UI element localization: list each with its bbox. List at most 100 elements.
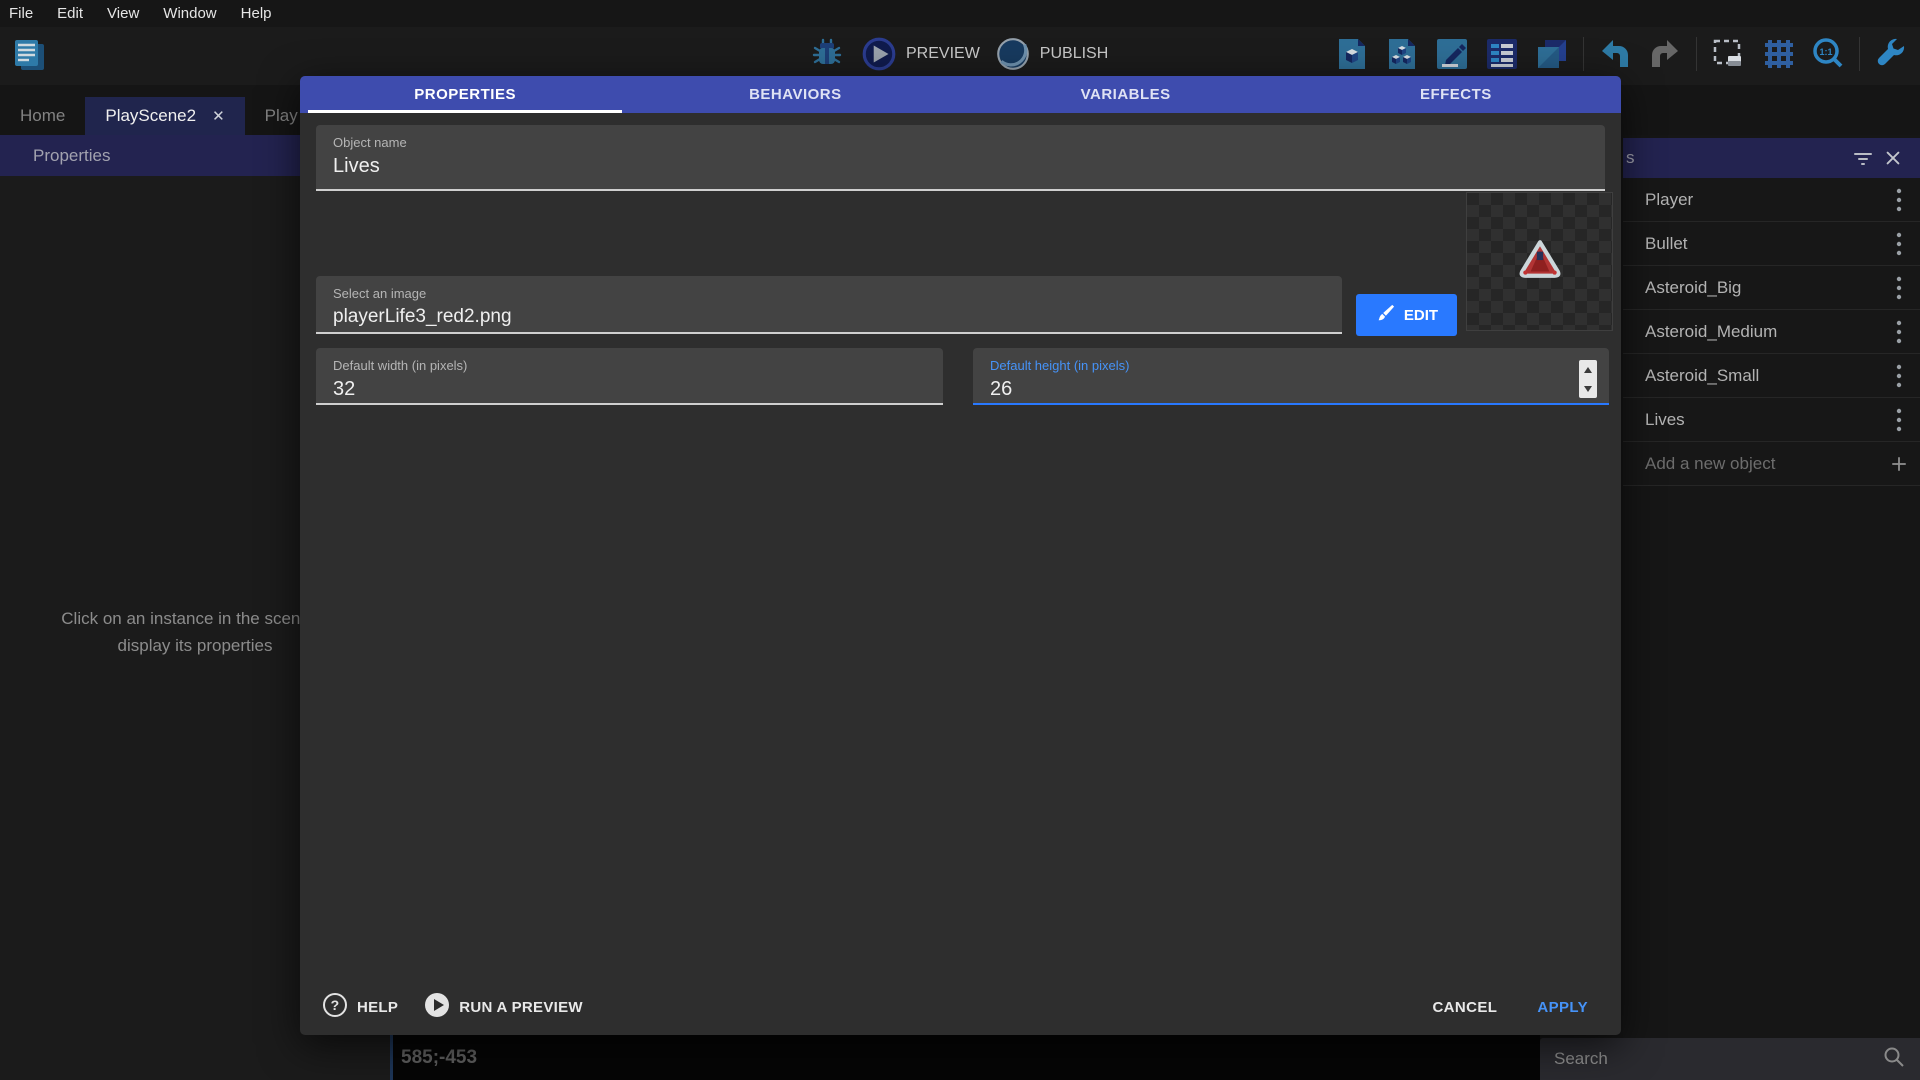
tab-behaviors[interactable]: BEHAVIORS xyxy=(630,76,960,113)
layers-panel-icon[interactable] xyxy=(1533,35,1571,73)
tab-properties[interactable]: PROPERTIES xyxy=(300,76,630,113)
object-name-label: Object name xyxy=(333,135,1605,150)
cursor-coordinates: 585;-453 xyxy=(401,1047,477,1069)
object-row-asteroid-medium[interactable]: Asteroid_Medium xyxy=(1623,310,1920,354)
preview-button[interactable]: PREVIEW xyxy=(860,35,980,73)
run-preview-label: RUN A PREVIEW xyxy=(459,999,583,1016)
stepper-up-icon[interactable] xyxy=(1584,367,1592,373)
select-image-label: Select an image xyxy=(333,286,1342,301)
svg-text:1:1: 1:1 xyxy=(1819,47,1832,57)
tab-playscene2-label: PlayScene2 xyxy=(105,106,196,126)
objects-panel-header: s xyxy=(1623,138,1920,178)
object-name: Asteroid_Medium xyxy=(1645,322,1890,342)
events-list-icon[interactable] xyxy=(1483,35,1521,73)
image-thumbnail[interactable] xyxy=(1466,192,1613,331)
debugger-icon[interactable] xyxy=(808,35,846,73)
menu-bar: File Edit View Window Help xyxy=(0,0,1920,27)
search-input[interactable] xyxy=(1554,1049,1882,1069)
select-image-field[interactable]: Select an image playerLife3_red2.png xyxy=(316,276,1342,334)
publish-globe-icon xyxy=(994,35,1032,73)
kebab-menu-icon[interactable] xyxy=(1890,406,1908,434)
run-preview-play-icon xyxy=(424,992,450,1022)
object-row-lives[interactable]: Lives xyxy=(1623,398,1920,442)
menu-file[interactable]: File xyxy=(9,5,33,22)
filter-icon[interactable] xyxy=(1848,143,1878,173)
tab-play-label: Play xyxy=(265,106,298,126)
kebab-menu-icon[interactable] xyxy=(1890,318,1908,346)
instances-panel-icon[interactable] xyxy=(1383,35,1421,73)
editor-tab-bar: Home PlayScene2 ✕ Play xyxy=(0,97,318,135)
menu-edit[interactable]: Edit xyxy=(57,5,83,22)
project-manager-icon[interactable] xyxy=(10,35,48,73)
default-height-field[interactable]: Default height (in pixels) 26 xyxy=(973,348,1609,405)
plus-icon xyxy=(1890,450,1908,478)
publish-label: PUBLISH xyxy=(1040,45,1108,63)
tab-effects[interactable]: EFFECTS xyxy=(1291,76,1621,113)
ship-sprite-icon xyxy=(1517,239,1563,284)
tab-properties-label: PROPERTIES xyxy=(414,86,516,103)
default-width-label: Default width (in pixels) xyxy=(333,358,943,373)
tab-variables[interactable]: VARIABLES xyxy=(961,76,1291,113)
menu-window[interactable]: Window xyxy=(163,5,216,22)
publish-button[interactable]: PUBLISH xyxy=(994,35,1108,73)
undo-icon[interactable] xyxy=(1596,35,1634,73)
object-name-field[interactable]: Object name Lives xyxy=(316,125,1605,191)
toolbar-separator xyxy=(1859,37,1860,71)
close-panel-icon[interactable] xyxy=(1878,143,1908,173)
tab-home[interactable]: Home xyxy=(0,97,85,135)
svg-text:?: ? xyxy=(331,997,340,1013)
gdevelop-window: File Edit View Window Help PREVIEW xyxy=(0,0,1920,1080)
object-name: Bullet xyxy=(1645,234,1890,254)
edit-scene-icon[interactable] xyxy=(1433,35,1471,73)
default-width-field[interactable]: Default width (in pixels) 32 xyxy=(316,348,943,405)
menu-view[interactable]: View xyxy=(107,5,139,22)
kebab-menu-icon[interactable] xyxy=(1890,230,1908,258)
object-properties-dialog: PROPERTIES BEHAVIORS VARIABLES EFFECTS O… xyxy=(300,76,1621,1035)
kebab-menu-icon[interactable] xyxy=(1890,274,1908,302)
tab-effects-label: EFFECTS xyxy=(1420,86,1492,103)
cancel-button[interactable]: CANCEL xyxy=(1432,999,1497,1016)
default-width-value[interactable]: 32 xyxy=(333,378,943,401)
kebab-menu-icon[interactable] xyxy=(1890,362,1908,390)
grid-icon[interactable] xyxy=(1759,35,1797,73)
search-icon xyxy=(1882,1045,1906,1074)
run-preview-button[interactable]: RUN A PREVIEW xyxy=(424,992,583,1022)
toolbar-separator xyxy=(1696,37,1697,71)
tab-variables-label: VARIABLES xyxy=(1081,86,1171,103)
help-button[interactable]: ? HELP xyxy=(322,992,398,1022)
help-button-label: HELP xyxy=(357,999,398,1016)
object-search-bar xyxy=(1540,1038,1920,1080)
default-height-value[interactable]: 26 xyxy=(990,378,1609,401)
help-icon: ? xyxy=(322,992,348,1022)
object-name: Player xyxy=(1645,190,1890,210)
zoom-1-1-icon[interactable]: 1:1 xyxy=(1809,35,1847,73)
edit-button-label: EDIT xyxy=(1404,307,1438,324)
object-name-value[interactable]: Lives xyxy=(333,155,1605,178)
selection-mask-icon[interactable] xyxy=(1709,35,1747,73)
add-new-object-row[interactable]: Add a new object xyxy=(1623,442,1920,486)
preview-play-icon xyxy=(860,35,898,73)
toolbar-separator xyxy=(1583,37,1584,71)
tab-playscene2[interactable]: PlayScene2 ✕ xyxy=(85,97,244,135)
edit-image-button[interactable]: EDIT xyxy=(1356,294,1457,336)
object-name: Asteroid_Small xyxy=(1645,366,1890,386)
kebab-menu-icon[interactable] xyxy=(1890,186,1908,214)
object-row-asteroid-big[interactable]: Asteroid_Big xyxy=(1623,266,1920,310)
objects-panel-title-partial: s xyxy=(1626,148,1635,168)
object-row-bullet[interactable]: Bullet xyxy=(1623,222,1920,266)
menu-help[interactable]: Help xyxy=(241,5,272,22)
redo-icon[interactable] xyxy=(1646,35,1684,73)
stepper-down-icon[interactable] xyxy=(1584,386,1592,392)
objects-panel-icon[interactable] xyxy=(1333,35,1371,73)
object-row-asteroid-small[interactable]: Asteroid_Small xyxy=(1623,354,1920,398)
select-image-value[interactable]: playerLife3_red2.png xyxy=(333,306,1342,328)
scene-canvas-strip: 585;-453 xyxy=(390,1035,1540,1080)
object-row-player[interactable]: Player xyxy=(1623,178,1920,222)
default-height-label: Default height (in pixels) xyxy=(990,358,1609,373)
add-object-label: Add a new object xyxy=(1645,454,1890,474)
brush-icon xyxy=(1375,303,1395,327)
close-tab-icon[interactable]: ✕ xyxy=(212,107,225,125)
settings-wrench-icon[interactable] xyxy=(1872,35,1910,73)
number-stepper[interactable] xyxy=(1579,360,1597,398)
apply-button[interactable]: APPLY xyxy=(1537,999,1588,1016)
